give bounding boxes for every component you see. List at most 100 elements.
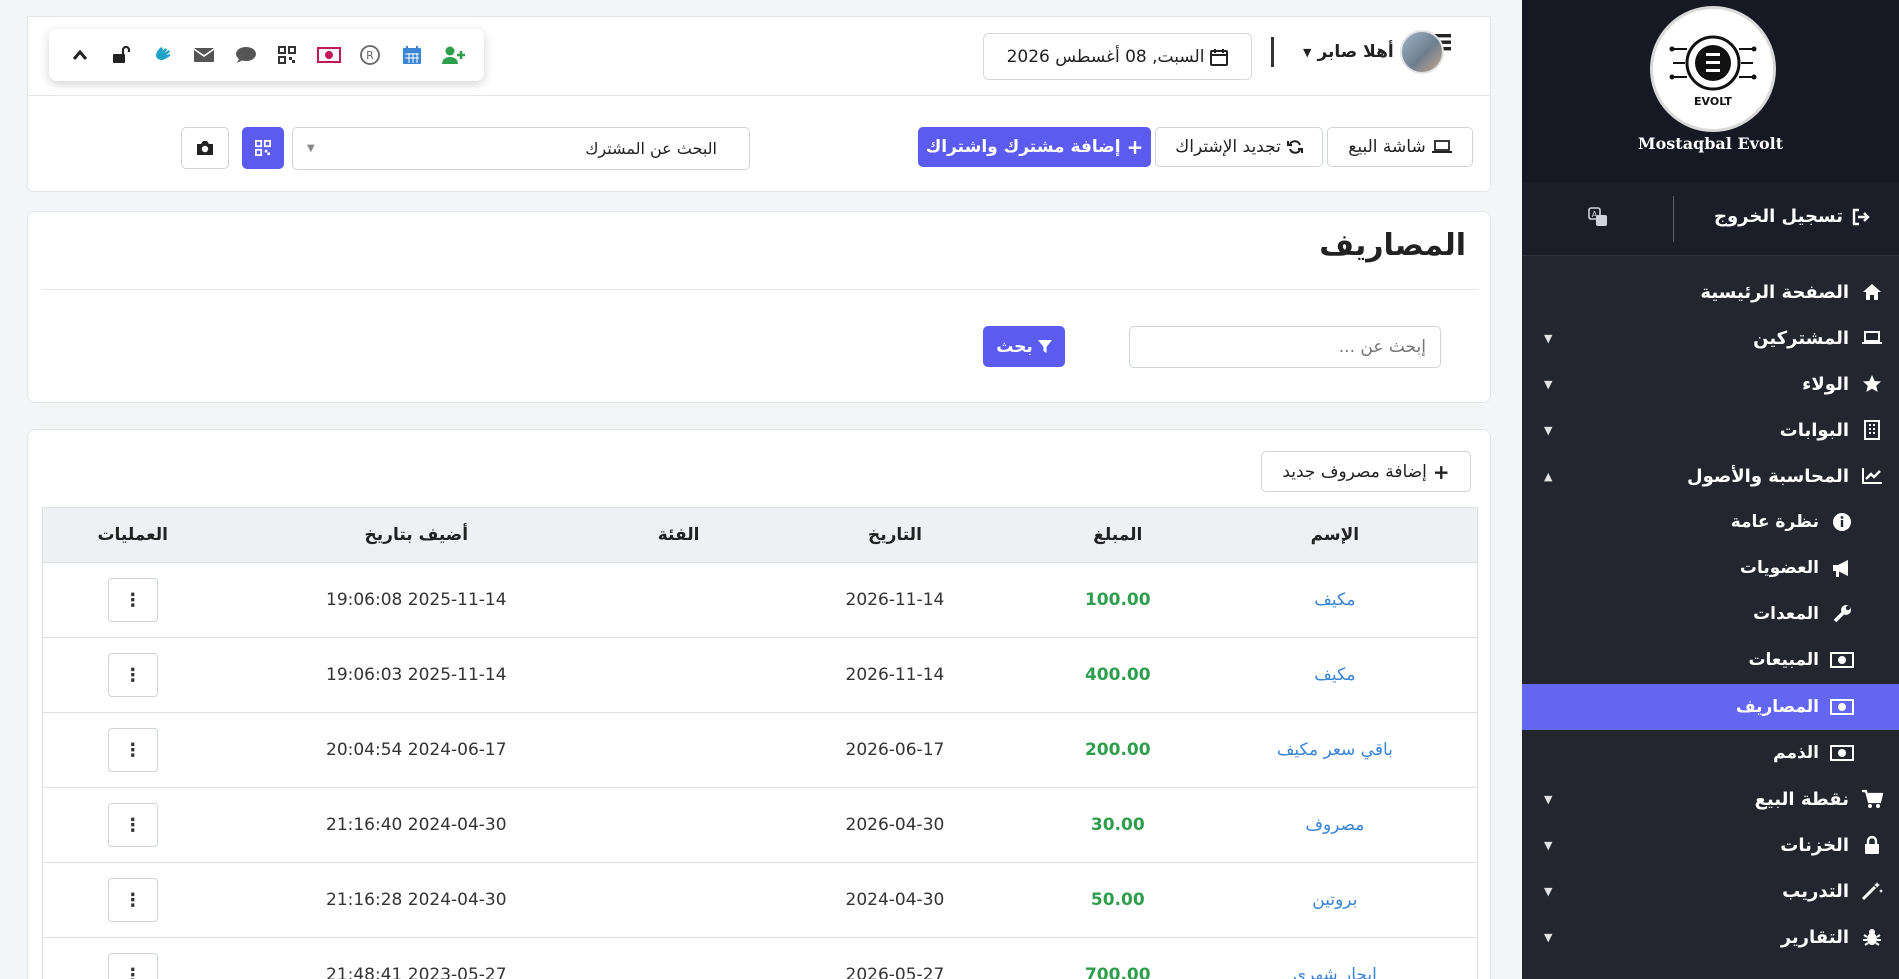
logout-button[interactable]: تسجيل الخروج — [1714, 206, 1871, 227]
sidebar-item-reports[interactable]: التقارير ▼ — [1522, 914, 1899, 960]
user-menu[interactable]: أهلا صابر ▼ — [1303, 30, 1444, 74]
user-plus-icon[interactable] — [440, 42, 466, 68]
qrcode-icon[interactable] — [274, 42, 300, 68]
qr-scan-button[interactable] — [242, 127, 284, 169]
sidebar-item-receivables[interactable]: الذمم — [1522, 730, 1899, 776]
logo[interactable]: EVOLT — [1650, 6, 1776, 132]
caret-down-icon: ▼ — [1544, 792, 1553, 806]
comment-icon[interactable] — [233, 42, 259, 68]
row-actions-button[interactable]: ⋮ — [107, 728, 158, 772]
sidebar-item-expenses[interactable]: المصاريف — [1522, 684, 1899, 730]
sidebar-item-label: المشتركين — [1753, 327, 1849, 349]
sidebar-item-pos[interactable]: نقطة البيع ▼ — [1522, 776, 1899, 822]
expense-added-at: 2023-05-27 21:48:41 — [222, 937, 611, 979]
sidebar-item-label: نظرة عامة — [1730, 512, 1819, 532]
pos-screen-button[interactable]: شاشة البيع — [1327, 127, 1473, 167]
registered-icon[interactable]: R — [357, 42, 383, 68]
expense-added-at: 2024-06-17 20:04:54 — [222, 712, 611, 788]
sidebar-item-training[interactable]: التدريب ▼ — [1522, 868, 1899, 914]
expense-name-link[interactable]: باقي سعر مكيف — [1192, 712, 1478, 788]
expense-name-link[interactable]: مصروف — [1192, 787, 1478, 863]
sidebar-item-sales[interactable]: المبيعات — [1522, 637, 1899, 683]
expense-name-link[interactable]: بروتين — [1192, 862, 1478, 938]
building-icon — [1859, 420, 1885, 440]
row-actions-button[interactable]: ⋮ — [107, 953, 158, 979]
camera-icon — [197, 141, 213, 155]
renew-subscription-button[interactable]: تجديد الإشتراك — [1155, 127, 1323, 167]
language-icon[interactable]: A — [1587, 206, 1609, 232]
info-icon — [1829, 512, 1855, 532]
expense-amount: 100.00 — [1042, 562, 1193, 638]
sidebar-item-label: العضويات — [1739, 558, 1819, 578]
money-icon[interactable] — [316, 42, 342, 68]
sidebar-item-label: التقارير — [1780, 926, 1849, 948]
logo-area: EVOLT Mostaqbal Evolt — [1522, 0, 1899, 182]
sidebar-item-safes[interactable]: الخزنات ▼ — [1522, 822, 1899, 868]
unlock-icon[interactable] — [108, 42, 134, 68]
sidebar-item-loyalty[interactable]: الولاء ▼ — [1522, 361, 1899, 407]
money-icon — [1829, 744, 1855, 762]
expenses-card: المصاريف بحث — [27, 211, 1491, 403]
subscriber-search-select[interactable]: البحث عن المشترك ▼ — [292, 127, 750, 170]
row-actions-button[interactable]: ⋮ — [107, 578, 158, 622]
sidebar-item-label: الخزنات — [1780, 834, 1849, 856]
camera-button[interactable] — [181, 127, 229, 169]
sidebar-item-label: نقطة البيع — [1754, 788, 1849, 810]
expense-name-link[interactable]: مكيف — [1192, 562, 1478, 638]
caret-down-icon: ▼ — [1544, 377, 1553, 391]
logo-mark-icon: EVOLT — [1669, 35, 1757, 108]
operations-cell: ⋮ — [42, 937, 223, 979]
column-header[interactable]: المبلغ — [1042, 507, 1193, 563]
table-row: مصروف 30.00 2026-04-30 2024-04-30 21:16:… — [42, 787, 1478, 863]
expense-category — [610, 712, 748, 788]
column-header[interactable]: أضيف بتاريخ — [222, 507, 611, 563]
svg-text:A: A — [1592, 210, 1598, 219]
expense-date: 2026-11-14 — [747, 637, 1043, 713]
row-actions-button[interactable]: ⋮ — [107, 653, 158, 697]
refresh-icon — [1286, 140, 1303, 154]
sign-out-icon — [1852, 208, 1870, 225]
chevron-up-icon[interactable] — [67, 42, 93, 68]
column-header[interactable]: الإسم — [1192, 507, 1478, 563]
operations-cell: ⋮ — [42, 862, 223, 938]
row-actions-button[interactable]: ⋮ — [107, 803, 158, 847]
sidebar-item-home[interactable]: الصفحة الرئيسية — [1522, 269, 1899, 315]
caret-down-icon: ▼ — [1544, 930, 1553, 944]
column-header[interactable]: التاريخ — [747, 507, 1043, 563]
calendar-icon[interactable] — [399, 42, 425, 68]
table-row: مكيف 100.00 2026-11-14 2025-11-14 19:06:… — [42, 562, 1478, 638]
search-button[interactable]: بحث — [983, 326, 1065, 367]
sidebar-item-label: التدريب — [1782, 880, 1849, 902]
sidebar-item-accounting[interactable]: المحاسبة والأصول ▲ — [1522, 453, 1899, 499]
sidebar-item-gates[interactable]: البوابات ▼ — [1522, 407, 1899, 453]
user-greeting: أهلا صابر — [1317, 42, 1394, 62]
search-input[interactable] — [1129, 326, 1441, 368]
sidebar-item-equipment[interactable]: المعدات — [1522, 591, 1899, 637]
magic-icon — [1859, 881, 1885, 901]
sidebar-item-label: الصفحة الرئيسية — [1700, 281, 1849, 303]
sign-language-icon[interactable] — [150, 42, 176, 68]
add-expense-button[interactable]: + إضافة مصروف جديد — [1261, 451, 1471, 492]
sidebar-item-label: الولاء — [1802, 373, 1849, 395]
expense-name-link[interactable]: ايجار شهري — [1192, 937, 1478, 979]
logout-label: تسجيل الخروج — [1714, 206, 1843, 227]
date-display[interactable]: السبت, 08 أغسطس 2026 — [983, 33, 1252, 80]
column-header[interactable]: الفئة — [610, 507, 748, 563]
row-actions-button[interactable]: ⋮ — [107, 878, 158, 922]
sidebar-item-memberships[interactable]: العضويات — [1522, 545, 1899, 591]
sidebar-item-overview[interactable]: نظرة عامة — [1522, 499, 1899, 545]
caret-up-icon: ▲ — [1544, 469, 1553, 483]
add-subscriber-button[interactable]: + إضافة مشترك واشتراك — [918, 127, 1151, 167]
table-row: ايجار شهري 700.00 2026-05-27 2023-05-27 … — [42, 937, 1478, 979]
expense-category — [610, 637, 748, 713]
lock-icon — [1859, 835, 1885, 855]
calendar-icon — [1210, 48, 1229, 66]
expense-category — [610, 787, 748, 863]
sidebar: EVOLT Mostaqbal Evolt تسجيل الخروج A الص… — [1522, 0, 1899, 979]
caret-down-icon: ▼ — [1544, 331, 1553, 345]
sidebar-item-subscribers[interactable]: المشتركين ▼ — [1522, 315, 1899, 361]
select-value: البحث عن المشترك — [585, 139, 717, 158]
envelope-icon[interactable] — [191, 42, 217, 68]
expense-name-link[interactable]: مكيف — [1192, 637, 1478, 713]
plus-icon: + — [1432, 459, 1450, 484]
